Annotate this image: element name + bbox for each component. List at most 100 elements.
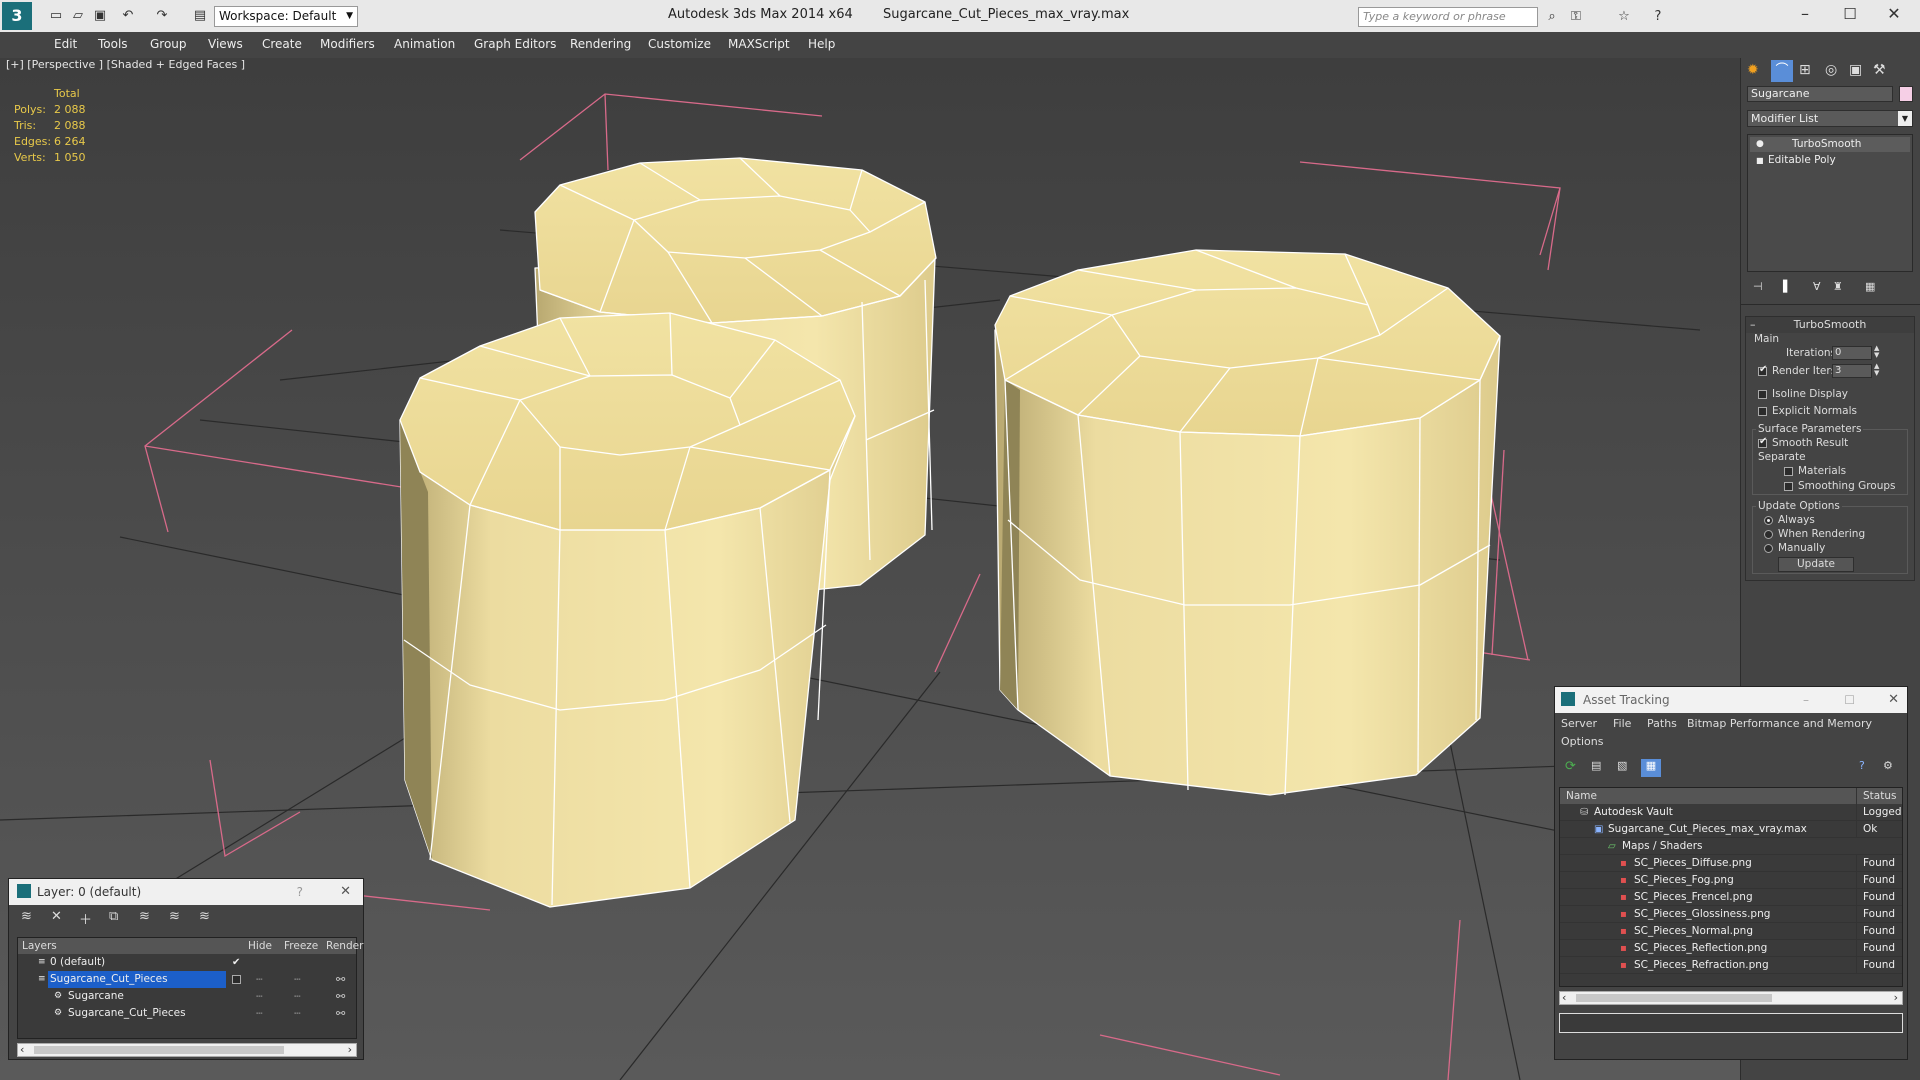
configure-sets-icon[interactable]: ▦	[1865, 280, 1875, 293]
show-end-result-icon[interactable]: ▌	[1783, 280, 1791, 293]
update-button[interactable]: Update	[1778, 557, 1854, 572]
app-logo-icon[interactable]: 3	[2, 2, 32, 30]
asset-row[interactable]: ▪ SC_Pieces_Frencel.png Found	[1560, 889, 1902, 906]
hide-toggle-icon[interactable]: ┄	[256, 971, 263, 988]
render-iters-checkbox[interactable]	[1758, 364, 1767, 376]
freeze-all-layers-icon[interactable]: ≋	[199, 909, 210, 924]
binoculars-icon[interactable]: ⌕	[1542, 7, 1562, 27]
menu-edit[interactable]: Edit	[54, 37, 77, 51]
make-current-checkbox[interactable]	[232, 975, 241, 984]
remove-modifier-icon[interactable]: ♜	[1833, 280, 1843, 293]
asset-row[interactable]: ▪ SC_Pieces_Refraction.png Found	[1560, 957, 1902, 974]
asset-row[interactable]: ▪ SC_Pieces_Normal.png Found	[1560, 923, 1902, 940]
hide-toggle-icon[interactable]: ┄	[256, 1005, 263, 1022]
settings-icon[interactable]: ⚙	[1883, 759, 1893, 772]
asset-path-field[interactable]	[1559, 1013, 1903, 1033]
render-toggle-icon[interactable]: ⚯	[336, 988, 345, 1005]
close-icon[interactable]: ✕	[1884, 4, 1904, 24]
menu-help[interactable]: Help	[808, 37, 835, 51]
scroll-right-icon[interactable]: ›	[1894, 991, 1898, 1004]
project-folder-icon[interactable]: ▤	[190, 6, 210, 26]
menu-tools[interactable]: Tools	[98, 37, 128, 51]
help-icon[interactable]: ?	[1648, 7, 1668, 27]
scroll-left-icon[interactable]: ‹	[1562, 991, 1566, 1004]
freeze-toggle-icon[interactable]: ┄	[294, 988, 301, 1005]
render-toggle-icon[interactable]: ⚯	[336, 971, 345, 988]
open-file-icon[interactable]: ▱	[68, 6, 88, 26]
menu-modifiers[interactable]: Modifiers	[320, 37, 375, 51]
highlight-layer-icon[interactable]: ≋	[139, 909, 150, 924]
layer-horizontal-scrollbar[interactable]: ‹ ›	[17, 1043, 357, 1057]
layer-row[interactable]: ⚙ Sugarcane ┄ ┄ ⚯	[18, 988, 356, 1005]
asset-row[interactable]: ▪ SC_Pieces_Reflection.png Found	[1560, 940, 1902, 957]
undo-icon[interactable]: ↶	[118, 6, 138, 26]
sugarcane-piece-right[interactable]	[994, 249, 1501, 796]
menu-create[interactable]: Create	[262, 37, 302, 51]
refresh-icon[interactable]: ⟳	[1565, 759, 1576, 774]
table-view-icon[interactable]: ▦	[1641, 759, 1661, 777]
asset-row[interactable]: ▪ SC_Pieces_Diffuse.png Found	[1560, 855, 1902, 872]
asset-menu-server[interactable]: Server	[1561, 717, 1597, 730]
asset-menu-options[interactable]: Options	[1561, 735, 1603, 748]
spinner-arrows-icon[interactable]: ▲ ▼	[1874, 345, 1879, 359]
display-tab-icon[interactable]: ▣	[1849, 62, 1862, 78]
create-layer-icon[interactable]: ≋	[21, 909, 32, 924]
explicit-normals-checkbox[interactable]	[1758, 407, 1767, 416]
layer-row[interactable]: ⚙ Sugarcane_Cut_Pieces ┄ ┄ ⚯	[18, 1005, 356, 1022]
minimize-icon[interactable]: –	[1795, 4, 1815, 24]
close-icon[interactable]: ✕	[340, 879, 351, 905]
column-header[interactable]: Status	[1856, 788, 1896, 804]
hierarchy-tab-icon[interactable]: ⊞	[1799, 62, 1811, 78]
asset-horizontal-scrollbar[interactable]: ‹ ›	[1559, 991, 1903, 1005]
save-file-icon[interactable]: ▣	[90, 6, 110, 26]
asset-row[interactable]: ▪ SC_Pieces_Fog.png Found	[1560, 872, 1902, 889]
help-icon[interactable]: ?	[297, 879, 303, 905]
workspace-dropdown[interactable]: Workspace: Default ▼	[214, 6, 358, 27]
thumbnail-view-icon[interactable]: ▧	[1617, 759, 1627, 772]
close-icon[interactable]: ✕	[1888, 687, 1899, 713]
asset-menu-file[interactable]: File	[1613, 717, 1631, 730]
hide-toggle-icon[interactable]: ┄	[256, 988, 263, 1005]
expand-icon[interactable]: ■	[1756, 153, 1764, 168]
layer-row[interactable]: ≡ Sugarcane_Cut_Pieces ┄ ┄ ⚯	[18, 971, 356, 988]
make-unique-icon[interactable]: ∀	[1813, 280, 1821, 293]
new-file-icon[interactable]: ▭	[46, 6, 66, 26]
vault-help-icon[interactable]: ?	[1859, 759, 1865, 772]
render-toggle-icon[interactable]: ⚯	[336, 1005, 345, 1022]
render-iters-spinner[interactable]: 3	[1832, 364, 1872, 378]
column-header[interactable]: Name	[1566, 788, 1597, 804]
scroll-right-icon[interactable]: ›	[348, 1043, 352, 1056]
asset-row[interactable]: ▣ Sugarcane_Cut_Pieces_max_vray.max Ok	[1560, 821, 1902, 838]
search-input[interactable]: Type a keyword or phrase	[1358, 7, 1538, 27]
modify-tab-icon[interactable]: ⌒	[1771, 60, 1793, 82]
when-rendering-radio[interactable]	[1764, 530, 1773, 539]
maximize-icon[interactable]: ☐	[1840, 4, 1860, 24]
layer-row[interactable]: ≡ 0 (default) ✔	[18, 954, 356, 971]
column-header[interactable]: Freeze	[284, 938, 318, 954]
lightbulb-icon[interactable]: ●	[1756, 137, 1764, 152]
column-header[interactable]: Hide	[248, 938, 272, 954]
isoline-display-checkbox[interactable]	[1758, 390, 1767, 399]
asset-menu-bitmap[interactable]: Bitmap Performance and Memory	[1687, 717, 1872, 730]
iterations-spinner[interactable]: 0	[1832, 346, 1872, 360]
delete-layer-icon[interactable]: ✕	[51, 909, 62, 924]
add-to-layer-icon[interactable]: ＋	[79, 909, 92, 928]
menu-graph-editors[interactable]: Graph Editors	[474, 37, 556, 51]
menu-animation[interactable]: Animation	[394, 37, 455, 51]
asset-row[interactable]: ▪ SC_Pieces_Glossiness.png Found	[1560, 906, 1902, 923]
rollout-header[interactable]: – TurboSmooth	[1746, 317, 1914, 333]
modifier-list-dropdown[interactable]: Modifier List ▼	[1747, 110, 1913, 127]
favorites-icon[interactable]: ☆	[1614, 7, 1634, 27]
manually-radio[interactable]	[1764, 544, 1773, 553]
object-color-swatch[interactable]	[1899, 86, 1913, 102]
motion-tab-icon[interactable]: ◎	[1825, 62, 1837, 78]
spinner-arrows-icon[interactable]: ▲ ▼	[1874, 363, 1879, 377]
key-icon[interactable]: ⚿	[1566, 7, 1586, 27]
menu-views[interactable]: Views	[208, 37, 243, 51]
stack-item-editable-poly[interactable]: ■ Editable Poly	[1750, 153, 1910, 168]
freeze-toggle-icon[interactable]: ┄	[294, 971, 301, 988]
stack-item-turbosmooth[interactable]: ● TurboSmooth	[1750, 137, 1910, 152]
maximize-icon[interactable]: ☐	[1844, 687, 1855, 713]
always-radio[interactable]	[1764, 516, 1773, 525]
create-tab-icon[interactable]: ✹	[1747, 62, 1759, 78]
